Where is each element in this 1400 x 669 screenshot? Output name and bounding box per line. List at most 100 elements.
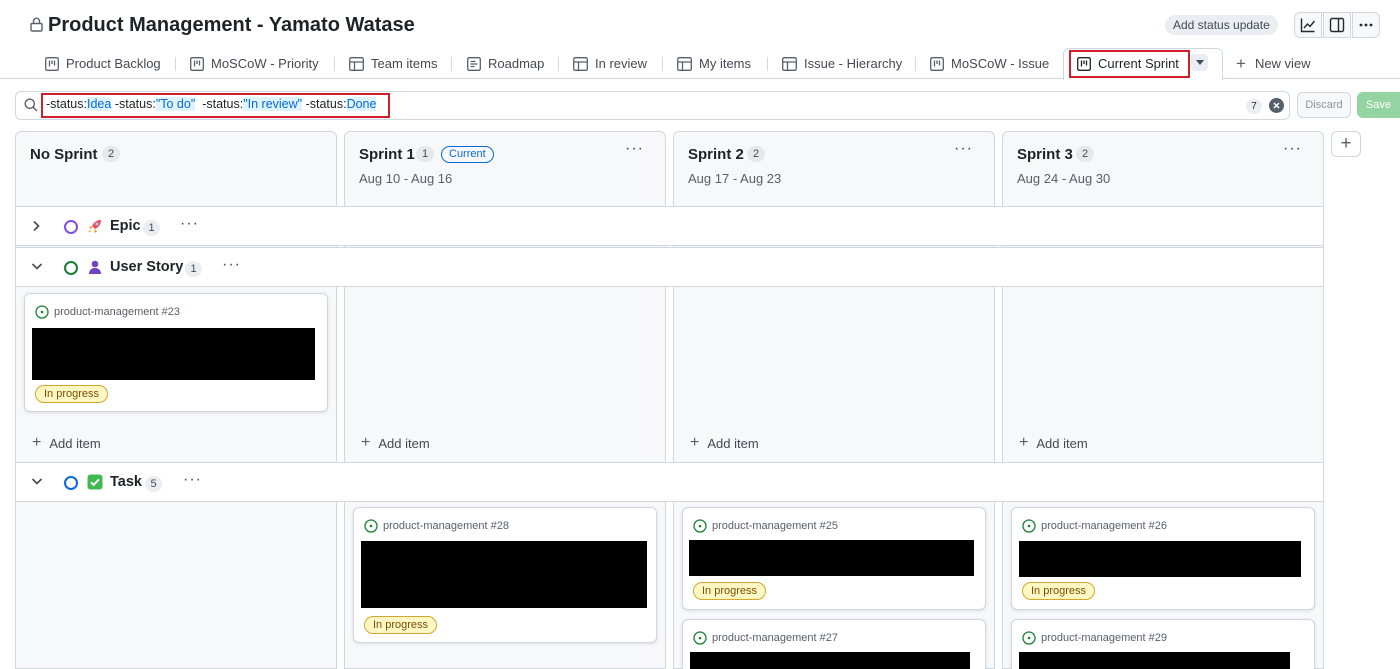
add-column-button[interactable]: + (1331, 131, 1361, 157)
issue-opened-icon (1022, 519, 1036, 533)
new-view-button[interactable]: + New view (1236, 48, 1311, 79)
tab-divider (175, 57, 176, 71)
tab-divider (451, 57, 452, 71)
tab-my-items[interactable]: My items (677, 48, 751, 79)
page-title: Product Management - Yamato Watase (48, 14, 415, 36)
title-row: Product Management - Yamato Watase Add s… (0, 0, 1400, 48)
column-menu-button[interactable]: ··· (625, 140, 644, 158)
add-item-label: Add item (707, 435, 759, 451)
filter-token: -status: (195, 97, 244, 111)
add-item-button[interactable]: + Add item (1019, 434, 1088, 452)
column-count: 2 (1076, 146, 1094, 162)
add-item-button[interactable]: + Add item (32, 434, 101, 452)
issue-card[interactable]: product-management #23 In progress (24, 293, 328, 412)
status-circle-icon (64, 220, 78, 234)
card-ref-text: product-management #28 (383, 520, 509, 532)
group-header-epic[interactable]: Epic 1 ··· (16, 206, 1323, 246)
column-menu-button[interactable]: ··· (954, 140, 973, 158)
add-item-label: Add item (378, 435, 430, 451)
new-view-label: New view (1254, 56, 1311, 71)
filter-query: -status:Idea -status:"To do" -status:"In… (46, 97, 377, 111)
issue-card[interactable]: product-management #25 In progress (682, 507, 986, 610)
sprint-dates: Aug 10 - Aug 16 (359, 171, 453, 186)
issue-opened-icon (364, 519, 378, 533)
tab-label: Issue - Hierarchy (804, 56, 903, 71)
status-circle-icon (64, 261, 78, 275)
sprint-dates: Aug 17 - Aug 23 (688, 171, 782, 186)
tab-label: MoSCoW - Issue (951, 56, 1050, 71)
card-reference: product-management #26 (1022, 519, 1167, 533)
column-title: Sprint 1 (359, 146, 415, 163)
insights-button[interactable] (1294, 12, 1322, 38)
add-status-update-button[interactable]: Add status update (1165, 15, 1278, 35)
add-item-label: Add item (49, 435, 101, 451)
board-icon (930, 56, 944, 71)
plus-icon: + (361, 434, 371, 451)
filter-value: "To do" (155, 97, 196, 111)
group-name: User Story (110, 259, 184, 275)
group-header-user-story[interactable]: User Story 1 ··· (16, 247, 1323, 287)
tab-product-backlog[interactable]: Product Backlog (45, 48, 161, 79)
sprint-dates: Aug 24 - Aug 30 (1017, 171, 1111, 186)
group-menu-button[interactable]: ··· (180, 215, 199, 233)
toggle-sidebar-button[interactable] (1323, 12, 1351, 38)
filter-input[interactable]: -status:Idea -status:"To do" -status:"In… (15, 91, 1290, 120)
card-reference: product-management #29 (1022, 631, 1167, 645)
board-icon (190, 56, 204, 71)
tab-moscow-issue[interactable]: MoSCoW - Issue (930, 48, 1049, 79)
more-options-button[interactable] (1352, 12, 1380, 38)
card-ref-text: product-management #29 (1041, 632, 1167, 644)
filter-token: -status: (111, 97, 156, 111)
tab-moscow-priority[interactable]: MoSCoW - Priority (190, 48, 319, 79)
add-item-label: Add item (1036, 435, 1088, 451)
add-item-button[interactable]: + Add item (361, 434, 430, 452)
table-icon (677, 56, 692, 71)
tab-roadmap[interactable]: Roadmap (467, 48, 544, 79)
view-options-dropdown[interactable] (1191, 54, 1208, 71)
chevron-right-icon[interactable] (31, 220, 41, 232)
filter-value: "In review" (243, 97, 303, 111)
issue-card[interactable]: product-management #27 (682, 619, 986, 669)
status-circle-icon (64, 476, 78, 490)
graph-icon (1300, 18, 1316, 33)
issue-card[interactable]: product-management #29 (1011, 619, 1315, 669)
group-header-task[interactable]: Task 5 ··· (16, 462, 1323, 502)
redacted-title (689, 540, 974, 576)
status-pill: In progress (364, 616, 438, 634)
tab-label: My items (699, 56, 751, 71)
add-item-button[interactable]: + Add item (690, 434, 759, 452)
column-title: No Sprint (30, 146, 98, 163)
column-menu-button[interactable]: ··· (1283, 140, 1302, 158)
rocket-icon (88, 220, 101, 233)
tab-label: Roadmap (488, 56, 545, 71)
filter-token: -status: (46, 97, 87, 111)
column-title: Sprint 3 (1017, 146, 1073, 163)
redacted-title (1019, 541, 1301, 577)
x-icon (1273, 102, 1280, 109)
lock-icon (30, 17, 43, 32)
clear-filter-button[interactable] (1269, 98, 1284, 113)
roadmap-icon (467, 56, 481, 71)
tab-issue-hierarchy[interactable]: Issue - Hierarchy (782, 48, 902, 79)
issue-opened-icon (1022, 631, 1036, 645)
sidebar-icon (1329, 17, 1345, 33)
group-menu-button[interactable]: ··· (222, 256, 241, 274)
group-menu-button[interactable]: ··· (183, 471, 202, 489)
tab-team-items[interactable]: Team items (349, 48, 437, 79)
chevron-down-icon[interactable] (31, 261, 43, 271)
tab-divider (558, 57, 559, 71)
card-ref-text: product-management #23 (54, 306, 180, 318)
tab-label: MoSCoW - Priority (211, 56, 319, 71)
chevron-down-icon[interactable] (31, 476, 43, 486)
bust-in-silhouette-icon (89, 260, 101, 274)
filter-value: Done (346, 97, 377, 111)
discard-button[interactable]: Discard (1297, 92, 1351, 118)
issue-card[interactable]: product-management #26 In progress (1011, 507, 1315, 610)
status-pill: In progress (693, 582, 767, 600)
save-button[interactable]: Save (1357, 92, 1400, 118)
issue-card[interactable]: product-management #28 In progress (353, 507, 657, 643)
redacted-title (1019, 652, 1290, 669)
group-name: Epic (110, 218, 141, 234)
tab-in-review[interactable]: In review (573, 48, 647, 79)
view-tabs: Product Backlog MoSCoW - Priority Team i… (0, 48, 1400, 80)
